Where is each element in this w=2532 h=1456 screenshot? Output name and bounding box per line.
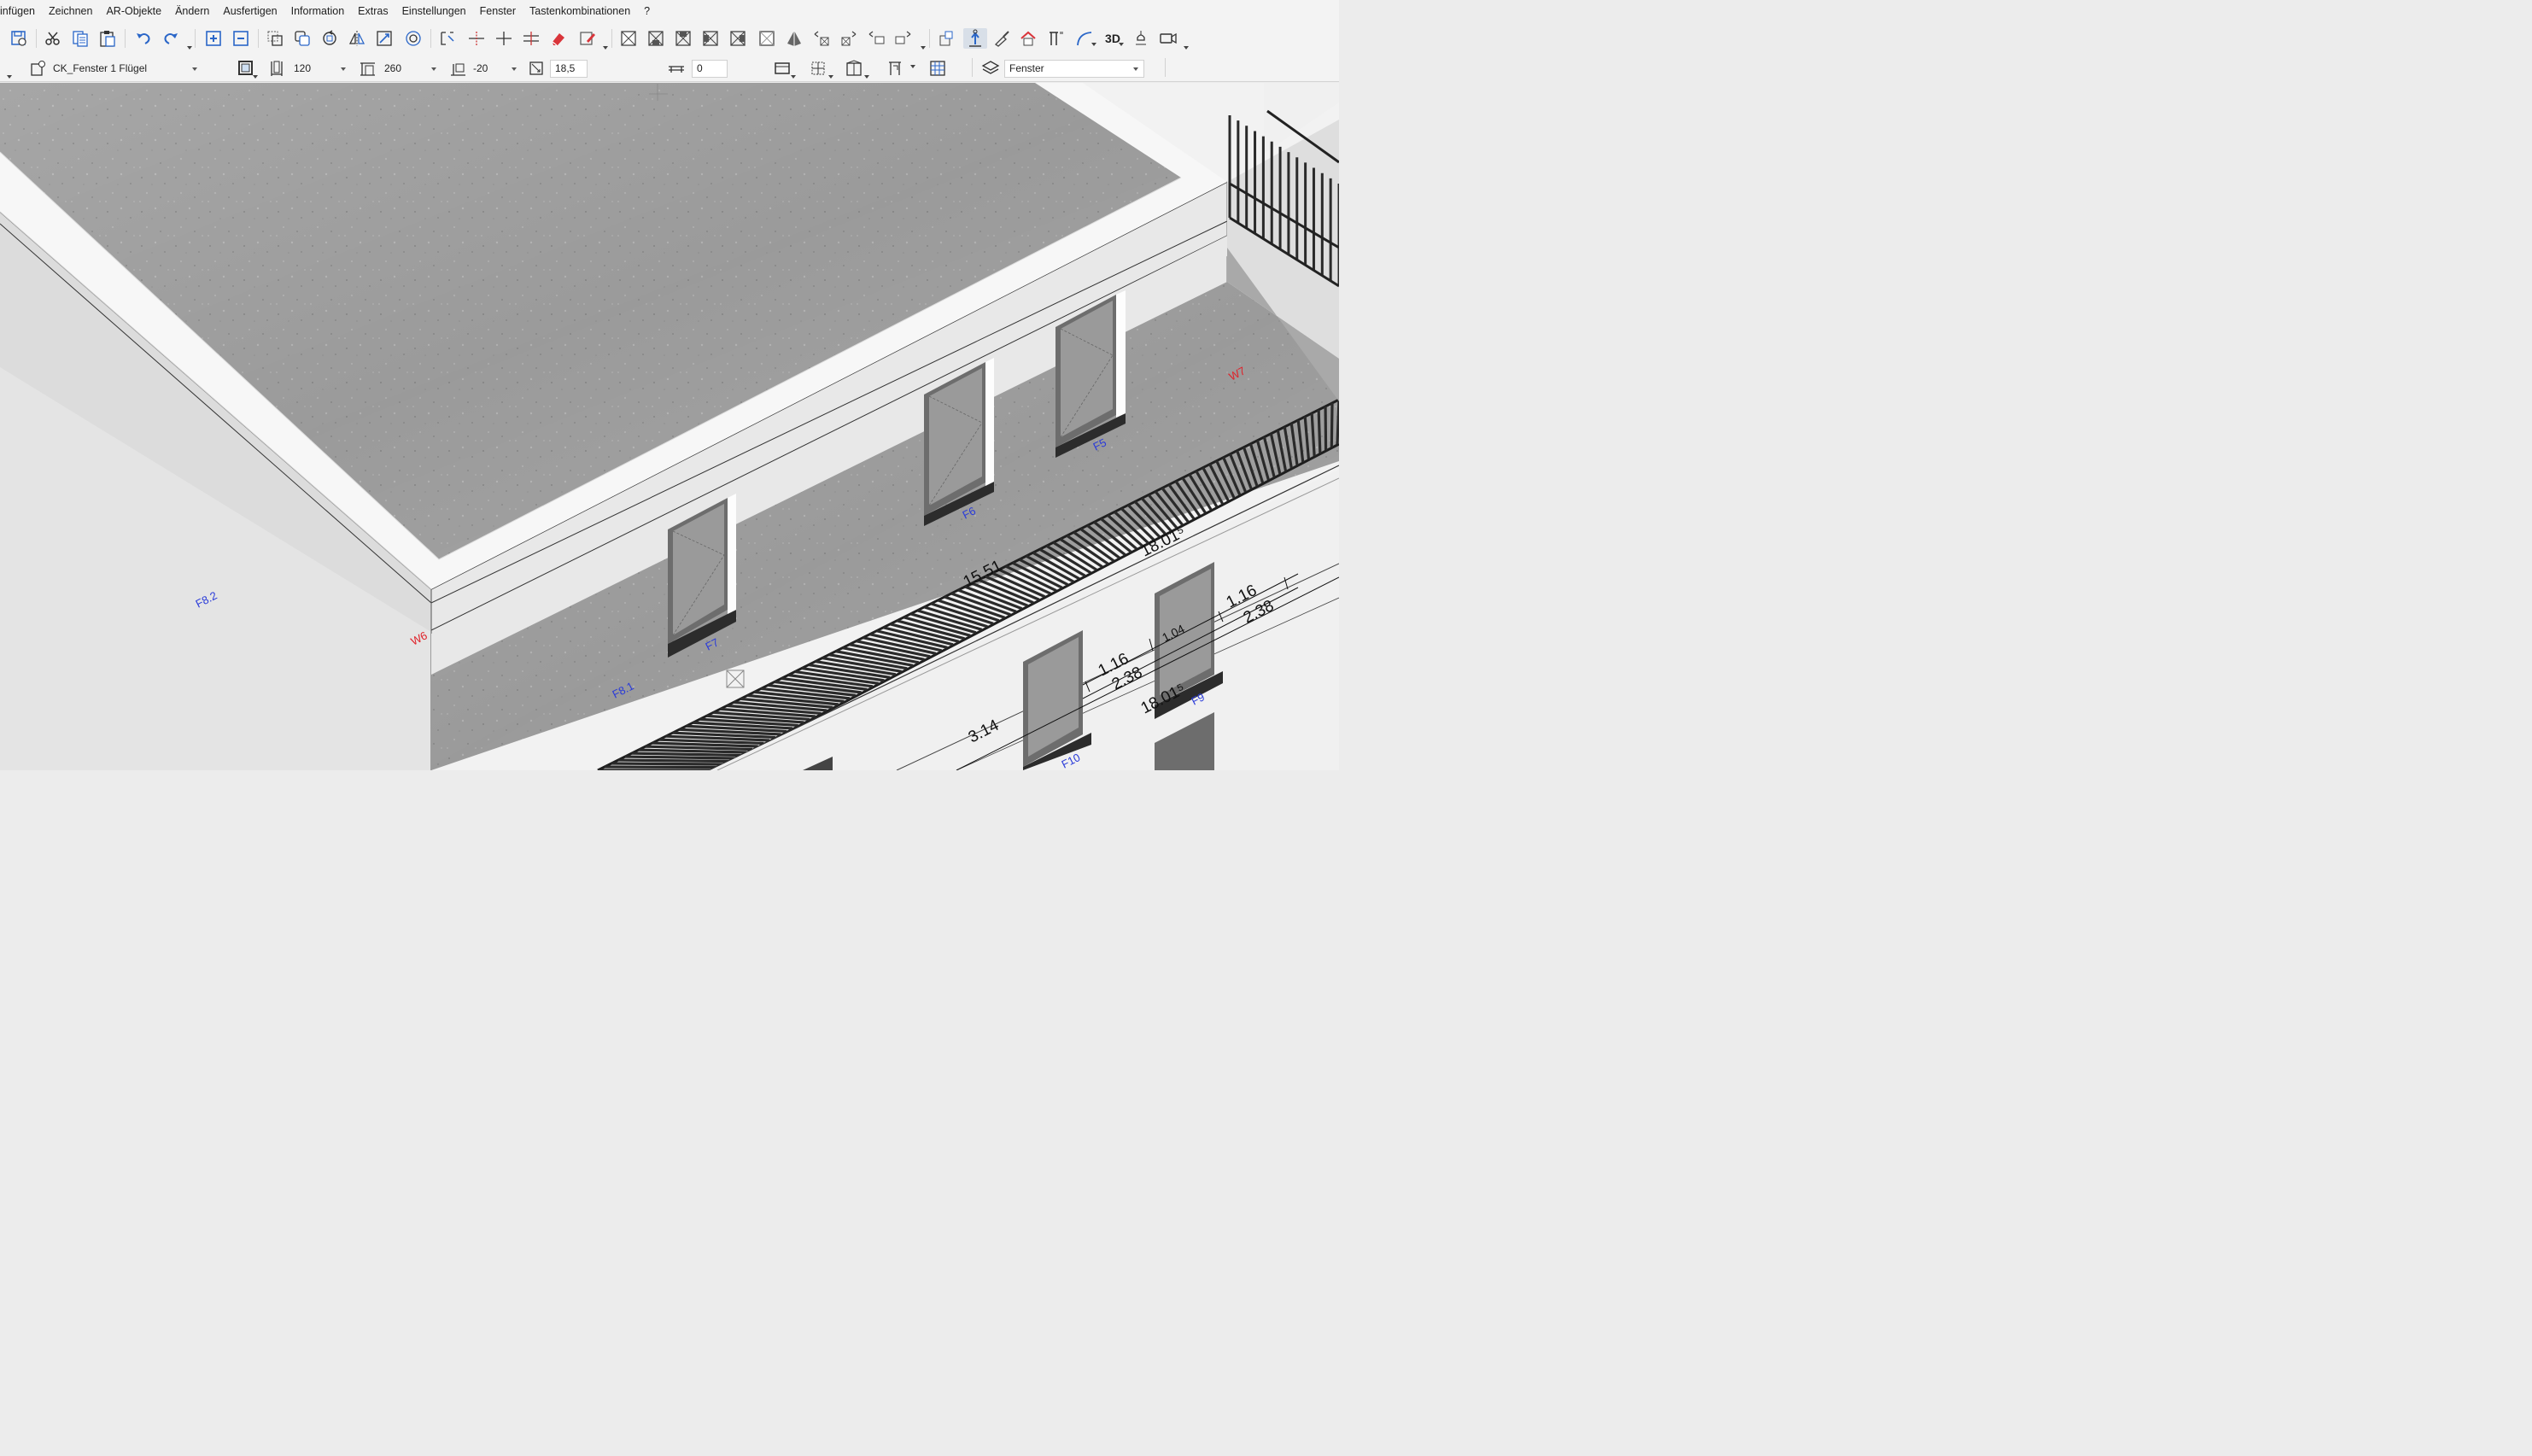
- iso-sw-icon[interactable]: [811, 28, 832, 49]
- offset-icon: [447, 58, 468, 79]
- main-toolbar: 3D: [0, 22, 1339, 55]
- depth-field[interactable]: 18,5: [550, 60, 588, 78]
- sill-icon: [666, 58, 687, 79]
- railing-bar: [916, 609, 983, 631]
- railing-bar: [638, 748, 747, 754]
- paste-icon[interactable]: [97, 28, 118, 49]
- view-left-icon[interactable]: [700, 28, 721, 49]
- layer-value: Fenster: [1009, 62, 1044, 74]
- menu-ar-objects[interactable]: AR-Objekte: [99, 0, 168, 22]
- redo-icon[interactable]: [161, 28, 181, 49]
- extend-icon[interactable]: [521, 28, 541, 49]
- edit-icon[interactable]: [577, 28, 598, 49]
- railing-bar: [930, 602, 994, 625]
- cad-application: infügen Zeichnen AR-Objekte Ändern Ausfe…: [0, 0, 1339, 770]
- depth-icon: [526, 58, 547, 79]
- menu-information[interactable]: Information: [284, 0, 352, 22]
- 3d-viewport[interactable]: F5 F6 F7 F8.1 F8.2 F9 F10 W6 W7 18.01⁵ 18.01⁵ 1.16…: [0, 83, 1339, 770]
- element-type-select[interactable]: CK_Fenster 1 Flügel: [48, 60, 203, 78]
- railing-bar: [1317, 409, 1322, 453]
- eraser-icon[interactable]: [548, 28, 569, 49]
- iso-ne-icon[interactable]: [893, 28, 914, 49]
- railing-bar: [1012, 561, 1063, 589]
- undo-icon[interactable]: [133, 28, 154, 49]
- rotate-icon[interactable]: [319, 28, 340, 49]
- menu-settings[interactable]: Einstellungen: [395, 0, 473, 22]
- menu-insert[interactable]: infügen: [0, 0, 42, 22]
- building-model[interactable]: F5F6F7F8.1F8.2F9F10W6W7 18.01⁵18.01⁵1.16…: [0, 83, 1339, 770]
- width-field[interactable]: 120: [289, 60, 352, 78]
- offset-field[interactable]: -20: [468, 60, 523, 78]
- zoom-in-icon[interactable]: [203, 28, 224, 49]
- zoom-out-icon[interactable]: [231, 28, 251, 49]
- railing-bar: [1018, 558, 1069, 587]
- column-icon[interactable]: [1045, 28, 1066, 49]
- mirror-icon[interactable]: [347, 28, 367, 49]
- copy-icon[interactable]: [70, 28, 91, 49]
- height-value: 260: [384, 62, 402, 74]
- railing-bar: [624, 755, 735, 760]
- hardware-icon[interactable]: [885, 58, 905, 79]
- offset-value: -20: [473, 62, 488, 74]
- camera-icon[interactable]: [1158, 28, 1178, 49]
- transfer-icon[interactable]: [936, 28, 956, 49]
- window-type-icon[interactable]: [27, 58, 48, 79]
- properties-toolbar: CK_Fenster 1 Flügel 120 260 -20 18,5 0 F…: [0, 55, 1339, 82]
- menu-output[interactable]: Ausfertigen: [216, 0, 284, 22]
- view-right-icon[interactable]: [728, 28, 748, 49]
- view-top-icon[interactable]: [757, 28, 777, 49]
- layer-icon[interactable]: [980, 58, 1001, 79]
- element-type-value: CK_Fenster 1 Flügel: [53, 62, 148, 74]
- railing-bar: [617, 758, 730, 763]
- height-field[interactable]: 260: [379, 60, 442, 78]
- menu-modify[interactable]: Ändern: [168, 0, 216, 22]
- light-icon[interactable]: [1131, 28, 1151, 49]
- railing-bar: [937, 599, 1000, 623]
- menu-window[interactable]: Fenster: [473, 0, 523, 22]
- railing-bar: [1336, 399, 1339, 445]
- trim-icon[interactable]: [494, 28, 514, 49]
- cut-icon[interactable]: [43, 28, 63, 49]
- railing-bar: [923, 605, 988, 629]
- depth-value: 18,5: [555, 62, 576, 74]
- iso-nw-icon[interactable]: [866, 28, 886, 49]
- height-icon: [357, 58, 377, 79]
- scale-icon[interactable]: [374, 28, 395, 49]
- menu-bar: infügen Zeichnen AR-Objekte Ändern Ausfe…: [0, 0, 1339, 22]
- railing-bar: [1330, 402, 1334, 447]
- sill-field[interactable]: 0: [692, 60, 728, 78]
- view-back-icon[interactable]: [673, 28, 693, 49]
- duplicate-icon[interactable]: [292, 28, 313, 49]
- save-icon[interactable]: [9, 28, 29, 49]
- iso-se-icon[interactable]: [839, 28, 859, 49]
- modify-icon[interactable]: [403, 28, 424, 49]
- width-icon: [266, 58, 287, 79]
- roof-icon[interactable]: [1018, 28, 1038, 49]
- railing-bar: [1005, 564, 1057, 593]
- split-icon[interactable]: [466, 28, 487, 49]
- view-front-icon[interactable]: [646, 28, 666, 49]
- brush-icon[interactable]: [992, 28, 1013, 49]
- sash-icon[interactable]: [844, 58, 864, 79]
- sill-value: 0: [697, 62, 703, 74]
- width-value: 120: [294, 62, 312, 74]
- menu-shortcuts[interactable]: Tastenkombinationen: [523, 0, 637, 22]
- railing-bar: [998, 568, 1051, 595]
- view-box-icon[interactable]: [618, 28, 639, 49]
- elevation-icon[interactable]: [963, 28, 987, 49]
- perspective-icon[interactable]: [784, 28, 804, 49]
- railing-bar: [631, 751, 741, 757]
- railing-bar: [611, 762, 724, 766]
- menu-help[interactable]: ?: [637, 0, 657, 22]
- grid-icon[interactable]: [927, 58, 948, 79]
- menu-extras[interactable]: Extras: [351, 0, 395, 22]
- railing-bar: [1025, 554, 1074, 583]
- layer-select[interactable]: Fenster: [1004, 60, 1144, 78]
- frame-profile-icon[interactable]: [772, 58, 792, 79]
- opening-icon[interactable]: [808, 58, 828, 79]
- stretch-icon[interactable]: [437, 28, 458, 49]
- menu-draw[interactable]: Zeichnen: [42, 0, 99, 22]
- copy-element-icon[interactable]: [265, 28, 285, 49]
